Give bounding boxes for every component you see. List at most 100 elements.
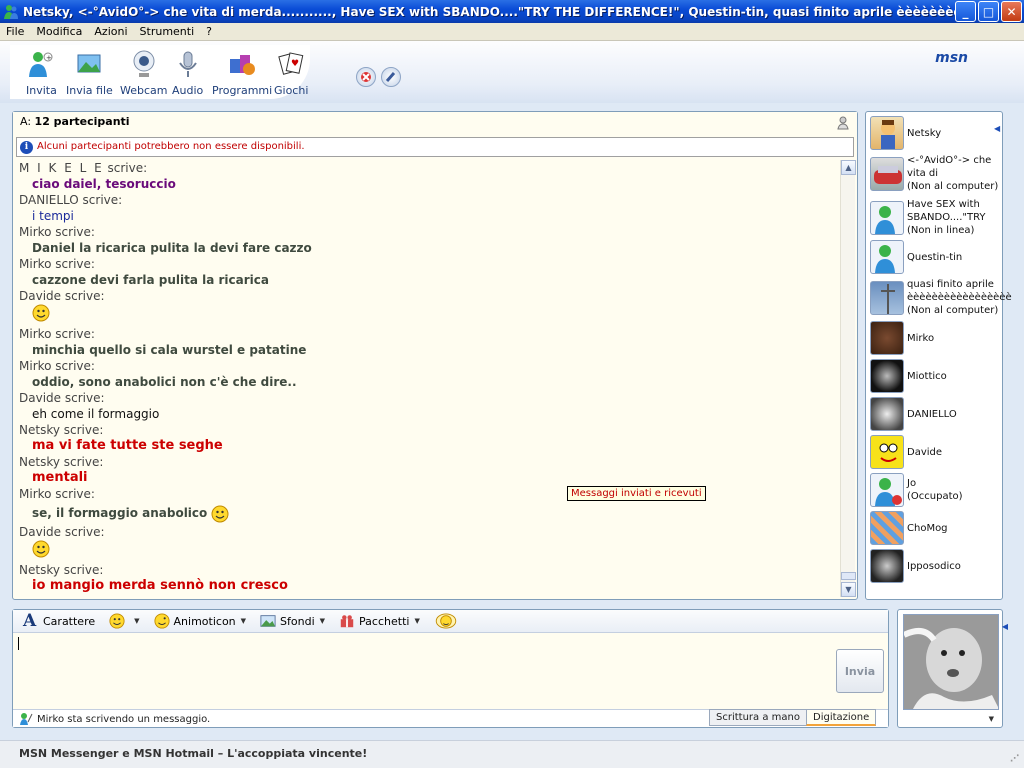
contact-item[interactable]: quasi finito aprile èèèèèèèèèèèèèèèèè (N… <box>870 278 1012 317</box>
ad-text[interactable]: MSN Messenger e MSN Hotmail – L'accoppia… <box>19 747 367 760</box>
avatar <box>870 549 904 583</box>
tooltip: Messaggi inviati e ricevuti <box>567 486 706 501</box>
animoticon-button[interactable]: Animoticon ▼ <box>153 613 246 629</box>
message: Mirko scrive: Daniel la ricarica pulita … <box>19 224 837 256</box>
sender-name: M I K E L E <box>19 161 104 175</box>
to-row: A: 12 partecipanti <box>13 112 857 134</box>
ad-banner[interactable]: MSN Messenger e MSN Hotmail – L'accoppia… <box>0 740 1024 768</box>
games-button[interactable]: ♥ Giochi <box>274 49 308 97</box>
background-button[interactable] <box>381 67 401 87</box>
wink-icon <box>435 613 457 629</box>
audio-button[interactable]: Audio <box>172 49 203 97</box>
chevron-down-icon[interactable]: ▼ <box>989 715 994 723</box>
contact-status: (Non al computer) <box>907 181 999 192</box>
contact-item[interactable]: Ipposodico <box>870 549 1000 583</box>
status-bar: Mirko sta scrivendo un messaggio. Scritt… <box>13 709 888 727</box>
participants-list: ◀ Netsky <-°AvidO°-> che vita di (Non al… <box>865 111 1012 600</box>
contact-name: quasi finito aprile èèèèèèèèèèèèèèèèè <box>907 279 1012 303</box>
participants-count[interactable]: 12 partecipanti <box>35 115 130 128</box>
menu-azioni[interactable]: Azioni <box>88 25 133 38</box>
send-button[interactable]: Invia <box>836 649 884 693</box>
programs-button[interactable]: Programmi <box>212 49 272 97</box>
contact-name: Miottico <box>907 370 947 382</box>
message-text: eh come il formaggio <box>32 407 160 421</box>
contact-item[interactable]: Netsky <box>870 116 1000 150</box>
message-text: minchia quello si cala wurstel e patatin… <box>32 343 307 357</box>
contact-status: (Non in linea) <box>907 225 975 236</box>
sender-name: Mirko <box>19 257 52 271</box>
close-button[interactable]: ✕ <box>1001 1 1022 22</box>
warning-text: Alcuni partecipanti potrebbero non esser… <box>37 141 305 152</box>
sender-name: Davide <box>19 525 62 539</box>
tab-typing[interactable]: Digitazione <box>806 709 877 726</box>
menu-file[interactable]: File <box>0 25 30 38</box>
sender-name: Netsky <box>19 455 60 469</box>
avatar <box>870 280 904 315</box>
sender-name: Davide <box>19 391 62 405</box>
contact-item[interactable]: Have SEX with SBANDO...."TRY (Non in lin… <box>870 198 1000 237</box>
menu-help[interactable]: ? <box>200 25 218 38</box>
contact-item[interactable]: Davide <box>870 435 1000 469</box>
wink-button[interactable] <box>434 613 462 629</box>
send-file-button[interactable]: Invia file <box>66 49 113 97</box>
avatar <box>870 240 904 274</box>
smiley-emoticon-icon <box>32 304 50 322</box>
contact-name: Have SEX with SBANDO...."TRY <box>907 199 986 223</box>
emoticon-button[interactable]: ▼ <box>109 613 140 629</box>
contact-item[interactable]: Miottico <box>870 359 1000 393</box>
contact-item[interactable]: Jo (Occupato) <box>870 473 1000 507</box>
collapse-arrow-icon[interactable]: ◀ <box>1002 622 1008 631</box>
tab-handwriting[interactable]: Scrittura a mano <box>709 709 807 726</box>
chevron-down-icon[interactable]: ▼ <box>134 617 139 625</box>
chevron-down-icon[interactable]: ▼ <box>320 617 325 625</box>
warning-banner: i Alcuni partecipanti potrebbero non ess… <box>16 137 854 157</box>
msn-buddy-icon <box>875 245 895 273</box>
scroll-thumb[interactable] <box>841 572 856 580</box>
packages-button[interactable]: Pacchetti ▼ <box>339 613 420 629</box>
message-text: io mangio merda sennò non cresco <box>32 578 288 593</box>
webcam-button[interactable]: Webcam <box>120 49 168 97</box>
invite-label: Invita <box>26 84 57 97</box>
message-text: cazzone devi farla pulita la ricarica <box>32 273 269 287</box>
contact-item[interactable]: Mirko <box>870 321 1000 355</box>
font-button[interactable]: A Carattere <box>23 613 96 630</box>
message-text: mentali <box>32 470 88 485</box>
svg-text:♥: ♥ <box>291 59 299 69</box>
invite-button[interactable]: + Invita <box>26 49 57 97</box>
message-text: oddio, sono anabolici non c'è che dire.. <box>32 375 297 389</box>
font-label: Carattere <box>43 614 96 628</box>
block-button[interactable] <box>356 67 376 87</box>
msn-buddy-icon <box>875 478 902 506</box>
minimize-button[interactable]: _ <box>955 1 976 22</box>
contact-name: Davide <box>907 446 943 458</box>
backgrounds-button[interactable]: Sfondi ▼ <box>260 613 325 629</box>
animoticon-label: Animoticon <box>173 614 236 628</box>
msn-messenger-icon <box>4 4 18 19</box>
contact-item[interactable]: <-°AvidO°-> che vita di (Non al computer… <box>870 154 1000 193</box>
message-scrollbar[interactable]: ▲ ▼ <box>840 160 856 597</box>
scroll-up-arrow[interactable]: ▲ <box>841 160 856 175</box>
smiley-emoticon-icon <box>211 505 229 522</box>
message-text: se, il formaggio anabolico <box>32 506 208 520</box>
message-input[interactable] <box>13 634 828 708</box>
maximize-button[interactable]: □ <box>978 1 999 22</box>
sender-name: Netsky <box>19 563 60 577</box>
message: Netsky scrive: io mangio merda sennò non… <box>19 562 837 594</box>
contact-item[interactable]: Questin-tin <box>870 240 1000 274</box>
window-title: Netsky, <-°AvidO°-> che vita di merda...… <box>23 4 955 19</box>
resize-grip-icon[interactable]: ⋰ <box>1010 754 1022 766</box>
typing-pen-icon <box>20 713 33 725</box>
send-file-icon <box>77 54 101 73</box>
sender-name: Mirko <box>19 359 52 373</box>
contact-item[interactable]: ChoMog <box>870 511 1000 545</box>
sender-name: Davide <box>19 289 62 303</box>
scroll-down-arrow[interactable]: ▼ <box>841 582 856 597</box>
contact-item[interactable]: DANIELLO <box>870 397 1000 431</box>
contact-name: ChoMog <box>907 522 948 534</box>
chevron-down-icon[interactable]: ▼ <box>414 617 419 625</box>
display-picture[interactable] <box>903 614 999 710</box>
chevron-down-icon[interactable]: ▼ <box>241 617 246 625</box>
participants-icon[interactable] <box>836 115 851 130</box>
menu-modifica[interactable]: Modifica <box>30 25 88 38</box>
menu-strumenti[interactable]: Strumenti <box>134 25 201 38</box>
